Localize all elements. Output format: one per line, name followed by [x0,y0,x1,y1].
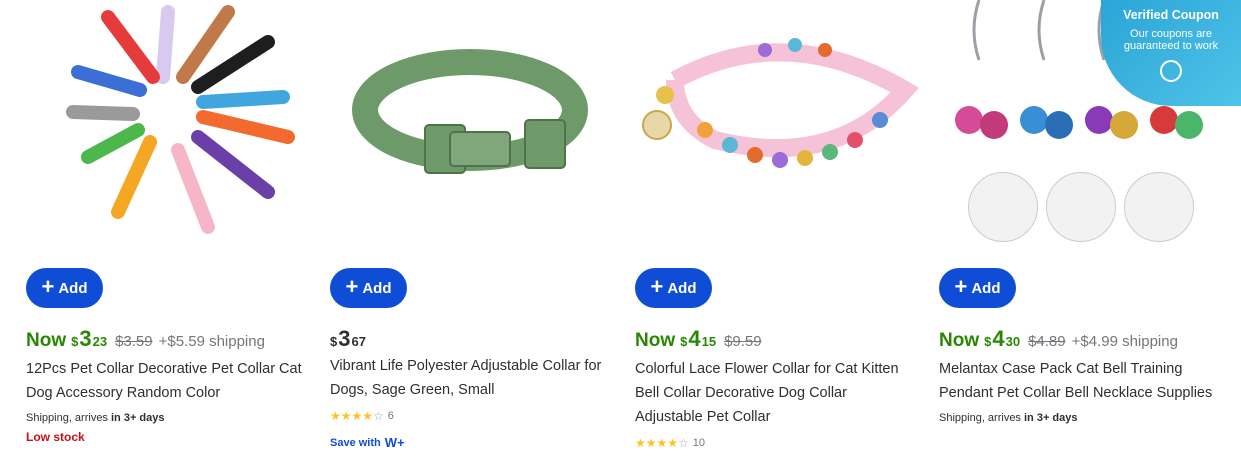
walmart-plus-icon: W+ [384,435,405,450]
price-dollar-sign: $ [984,334,992,349]
flower-collar-icon [642,38,919,168]
price-dollar-sign: $ [680,334,688,349]
add-to-cart-button[interactable]: + Add [330,268,407,308]
product-image[interactable]: Verified Coupon Our coupons are guarante… [939,0,1241,245]
shipping-cost: +$5.59 shipping [158,333,265,350]
verified-coupon-title: Verified Coupon [1123,8,1219,22]
price-whole: 4 [992,326,1005,351]
price-cents: 15 [701,334,717,349]
review-count: 10 [692,437,706,449]
product-image[interactable] [26,0,316,245]
stock-status: Low stock [26,430,85,444]
product-card[interactable]: + Add Now $ 3 23 $3.59 +$5.59 shipping 1… [26,0,316,457]
price-whole: 3 [338,326,351,351]
product-card[interactable]: + Add Now $ 4 15 $9.59 Colorful Lace Flo… [635,0,925,457]
now-label: Now [939,330,980,351]
product-image[interactable] [330,0,620,245]
product-card[interactable]: Verified Coupon Our coupons are guarante… [939,0,1241,457]
product-image[interactable] [635,0,925,245]
plus-icon: + [41,274,55,299]
green-collar-icon [352,49,588,174]
product-title[interactable]: 12Pcs Pet Collar Decorative Pet Collar C… [26,357,306,405]
rating-stars-icon: ★★★★☆ [330,409,384,423]
shipping-info: Shipping, arrives in 3+ days [26,412,165,424]
add-to-cart-button[interactable]: + Add [26,268,103,308]
price-whole: 4 [688,326,701,351]
add-button-label: Add [667,279,697,297]
was-price: $4.89 [1028,333,1066,350]
add-to-cart-button[interactable]: + Add [635,268,712,308]
product-title[interactable]: Melantax Case Pack Cat Bell Training Pen… [939,357,1219,405]
price-cents: 23 [92,334,108,349]
price-cents: 67 [351,334,366,349]
price-dollar-sign: $ [71,334,79,349]
price-row: Now $ 3 23 $3.59 +$5.59 shipping [26,326,265,352]
thumbnail-image[interactable] [1124,172,1194,242]
now-label: Now [26,330,67,351]
plus-icon: + [954,274,968,299]
add-button-label: Add [58,279,88,297]
price-row: Now $ 4 30 $4.89 +$4.99 shipping [939,326,1178,352]
review-count: 6 [387,410,394,422]
coupon-badge-icon [1160,60,1182,82]
was-price: $9.59 [724,333,762,350]
rating: ★★★★☆ 10 [635,436,705,450]
shipping-info-prefix: Shipping, arrives [939,412,1021,424]
shipping-info-prefix: Shipping, arrives [26,412,108,424]
shipping-info: Shipping, arrives in 3+ days [939,412,1078,424]
add-button-label: Add [971,279,1001,297]
plus-icon: + [345,274,359,299]
shipping-info-days: in 3+ days [111,412,165,424]
product-title[interactable]: Vibrant Life Polyester Adjustable Collar… [330,354,610,402]
add-button-label: Add [362,279,392,297]
price-cents: 30 [1005,334,1021,349]
rating: ★★★★☆ 6 [330,409,394,423]
was-price: $3.59 [115,333,153,350]
now-label: Now [635,330,676,351]
thumbnail-image[interactable] [968,172,1038,242]
price-row: $ 3 67 [330,326,366,352]
thumbnail-image[interactable] [1046,172,1116,242]
price-row: Now $ 4 15 $9.59 [635,326,762,352]
product-title[interactable]: Colorful Lace Flower Collar for Cat Kitt… [635,357,915,429]
verified-coupon-subtitle: Our coupons are guaranteed to work [1123,28,1219,52]
save-with-walmart-plus: Save with W+ [330,435,405,450]
shipping-info-days: in 3+ days [1024,412,1078,424]
rating-stars-icon: ★★★★☆ [635,436,689,450]
price-whole: 3 [79,326,92,351]
price-dollar-sign: $ [330,334,338,349]
product-card[interactable]: + Add $ 3 67 Vibrant Life Polyester Adju… [330,0,620,457]
save-with-label: Save with [330,436,381,449]
plus-icon: + [650,274,664,299]
rainbow-paw-collars-icon [66,5,295,234]
add-to-cart-button[interactable]: + Add [939,268,1016,308]
shipping-cost: +$4.99 shipping [1071,333,1178,350]
